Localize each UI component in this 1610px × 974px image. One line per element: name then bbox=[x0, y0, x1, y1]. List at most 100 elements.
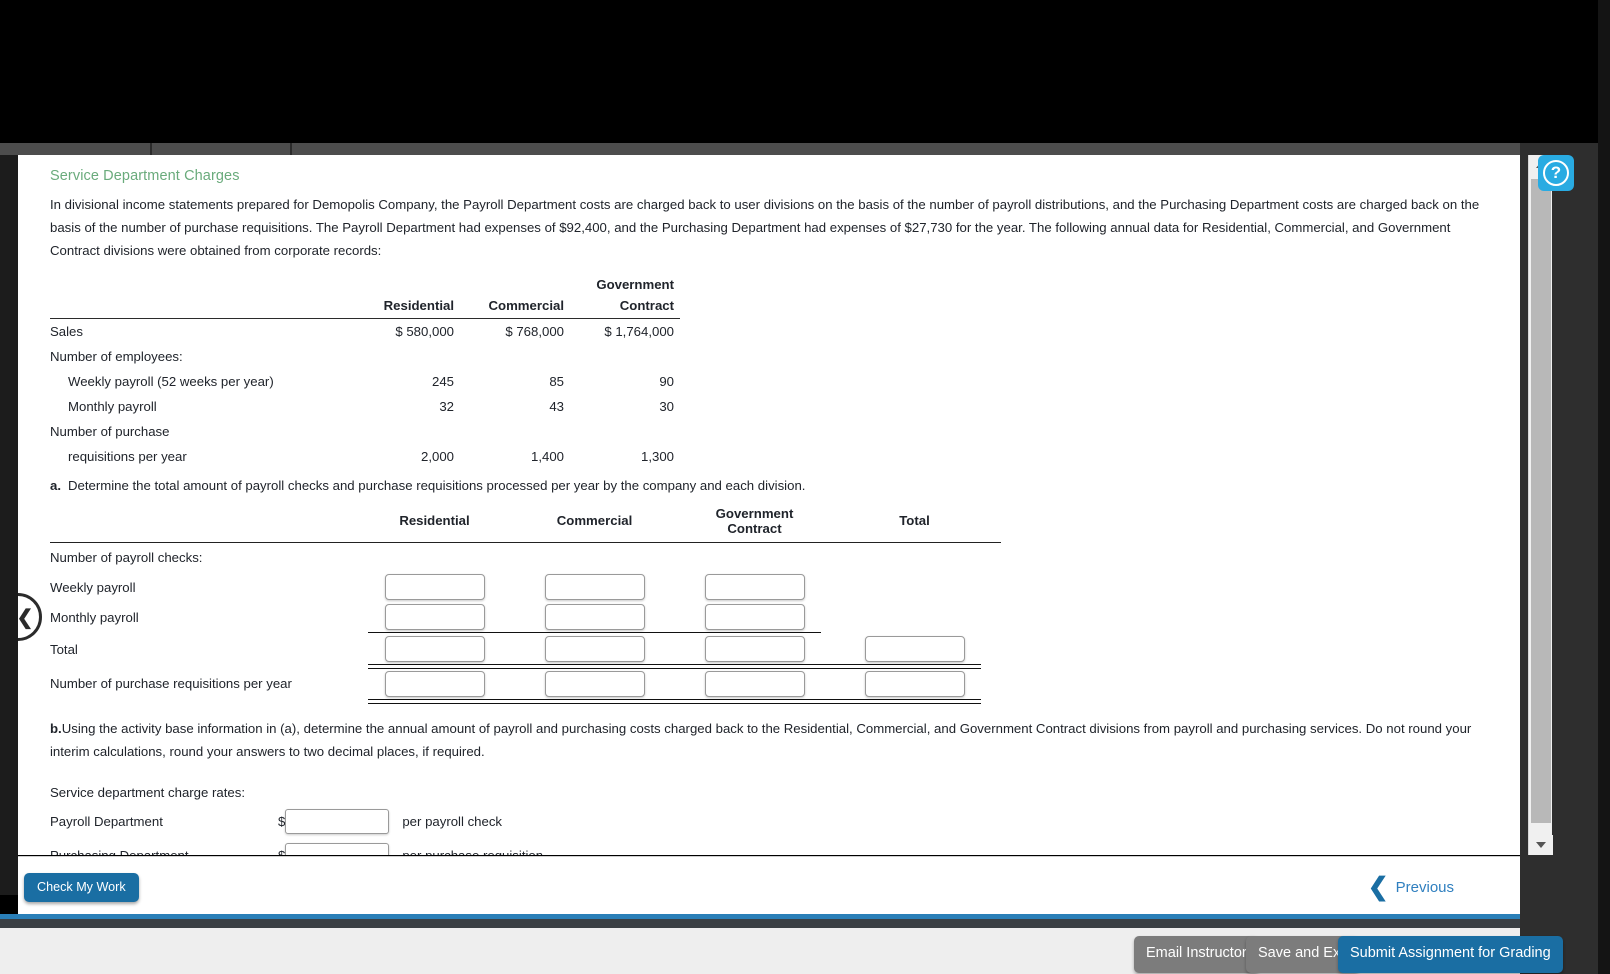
cell-req-commercial bbox=[528, 668, 661, 699]
submit-assignment-button[interactable]: Submit Assignment for Grading bbox=[1338, 936, 1563, 973]
table-row: Number of purchase requisitions per year bbox=[50, 668, 1001, 699]
scrollbar-thumb[interactable] bbox=[1531, 179, 1551, 823]
assignment-content: Service Department Charges In divisional… bbox=[18, 155, 1520, 855]
given-row-value: 245 bbox=[431, 373, 454, 389]
cell-gap bbox=[981, 634, 1001, 665]
row-label-monthly-payroll: Monthly payroll bbox=[50, 610, 139, 626]
given-row-value: 1,300 bbox=[640, 448, 674, 464]
cell-weekly-total-empty bbox=[848, 572, 981, 602]
cell-monthly-total-empty bbox=[848, 602, 981, 633]
cell-gap bbox=[981, 668, 1001, 699]
given-row-label: requisitions per year bbox=[68, 448, 187, 464]
given-row-value bbox=[460, 419, 570, 444]
input-monthly-government[interactable] bbox=[704, 604, 805, 631]
tab-divider-2 bbox=[290, 143, 292, 155]
currency-symbol-purchasing: $ bbox=[278, 848, 285, 855]
input-requisitions-residential[interactable] bbox=[384, 670, 485, 697]
part-a-header-total: Total bbox=[848, 501, 981, 543]
input-total-residential[interactable] bbox=[384, 635, 485, 662]
given-row-value: 85 bbox=[549, 373, 564, 389]
rate-label-purchasing: Purchasing Department bbox=[50, 848, 278, 855]
vertical-scrollbar[interactable] bbox=[1528, 155, 1553, 855]
requisitions-double-rule bbox=[50, 698, 1001, 704]
given-row-value: $ 1,764,000 bbox=[604, 323, 674, 339]
cell-gap bbox=[501, 602, 528, 633]
question-a-body: Determine the total amount of payroll ch… bbox=[68, 477, 806, 493]
cell-gap bbox=[661, 634, 688, 665]
given-row-value bbox=[460, 344, 570, 369]
input-purchasing-rate[interactable] bbox=[285, 843, 390, 855]
given-row-value bbox=[350, 344, 460, 369]
input-total-government[interactable] bbox=[704, 635, 805, 662]
rule-seg bbox=[688, 698, 821, 704]
cell-gap bbox=[821, 634, 848, 665]
cell-gap bbox=[501, 668, 528, 699]
rule-label-gap bbox=[50, 699, 368, 703]
question-a-text: a. Determine the total amount of payroll … bbox=[50, 478, 1520, 493]
previous-button[interactable]: ❮ Previous bbox=[1368, 875, 1454, 900]
cell-gap bbox=[501, 634, 528, 665]
rule-seg bbox=[981, 699, 1001, 703]
part-a-header-row: Residential Commercial Government Contra… bbox=[50, 501, 1001, 543]
row-label-total: Total bbox=[50, 641, 78, 657]
row-label-weekly-payroll: Weekly payroll bbox=[50, 579, 136, 595]
cell-monthly-government bbox=[688, 602, 821, 633]
input-weekly-commercial[interactable] bbox=[544, 574, 645, 601]
caret-down-icon bbox=[1536, 842, 1546, 848]
rate-unit-purchasing: per purchase requisition bbox=[402, 848, 543, 855]
input-requisitions-commercial[interactable] bbox=[544, 670, 645, 697]
question-b-body: Using the activity base information in (… bbox=[50, 720, 1472, 759]
table-row: Monthly payroll 32 43 30 bbox=[50, 394, 680, 419]
rule-seg bbox=[501, 698, 528, 704]
assignment-content-card: Service Department Charges In divisional… bbox=[18, 155, 1520, 855]
cell-gap bbox=[981, 602, 1001, 633]
part-a-header-residential: Residential bbox=[368, 501, 501, 543]
top-black-area bbox=[0, 0, 1610, 143]
rule-seg bbox=[528, 698, 661, 704]
assignment-bottom-bar: Check My Work ❮ Previous bbox=[18, 856, 1520, 914]
cell-gap bbox=[661, 572, 688, 602]
given-header-row-1: Government bbox=[50, 276, 680, 297]
given-row-label: Weekly payroll (52 weeks per year) bbox=[68, 373, 274, 389]
input-weekly-residential[interactable] bbox=[384, 574, 485, 601]
given-row-value bbox=[570, 419, 680, 444]
input-total-commercial[interactable] bbox=[544, 635, 645, 662]
check-my-work-button[interactable]: Check My Work bbox=[24, 873, 139, 902]
cell-req-total bbox=[848, 668, 981, 699]
help-button[interactable]: ? bbox=[1538, 155, 1574, 191]
rate-row-payroll: Payroll Department $ per payroll check bbox=[50, 809, 1520, 835]
given-header-contract: Contract bbox=[570, 296, 680, 319]
part-a-header-gap-3 bbox=[821, 501, 848, 543]
cell-weekly-residential bbox=[368, 572, 501, 602]
rate-unit-payroll: per payroll check bbox=[402, 814, 503, 830]
email-instructor-button[interactable]: Email Instructor bbox=[1134, 936, 1259, 973]
cell-gap bbox=[661, 668, 688, 699]
input-requisitions-total[interactable] bbox=[864, 670, 965, 697]
input-total-total[interactable] bbox=[864, 635, 965, 662]
previous-label: Previous bbox=[1395, 879, 1454, 896]
application-window: Service Department Charges In divisional… bbox=[0, 0, 1610, 974]
given-row-value bbox=[350, 419, 460, 444]
page-title: Service Department Charges bbox=[50, 168, 240, 184]
cell-total-residential bbox=[368, 634, 501, 665]
part-a-header-gap-2 bbox=[661, 501, 688, 543]
question-mark-icon: ? bbox=[1543, 160, 1569, 186]
input-payroll-rate[interactable] bbox=[285, 809, 390, 835]
cell-monthly-commercial bbox=[528, 602, 661, 633]
input-monthly-commercial[interactable] bbox=[544, 604, 645, 631]
table-row: Total bbox=[50, 634, 1001, 665]
input-requisitions-government[interactable] bbox=[704, 670, 805, 697]
table-row: Sales $ 580,000 $ 768,000 $ 1,764,000 bbox=[50, 318, 680, 344]
given-row-label: Number of employees: bbox=[50, 348, 183, 364]
given-row-value: 43 bbox=[549, 398, 564, 414]
rule-seg bbox=[368, 698, 501, 704]
given-row-label: Number of purchase bbox=[50, 423, 170, 439]
cell-weekly-commercial bbox=[528, 572, 661, 602]
cell-gap bbox=[821, 602, 848, 633]
input-monthly-residential[interactable] bbox=[384, 604, 485, 631]
part-a-header-gap-4 bbox=[981, 501, 1001, 543]
part-a-header-gap-1 bbox=[501, 501, 528, 543]
scroll-down-button[interactable] bbox=[1529, 835, 1553, 855]
given-data-table: Government Residential Commercial Contra… bbox=[50, 276, 680, 469]
input-weekly-government[interactable] bbox=[704, 574, 805, 601]
